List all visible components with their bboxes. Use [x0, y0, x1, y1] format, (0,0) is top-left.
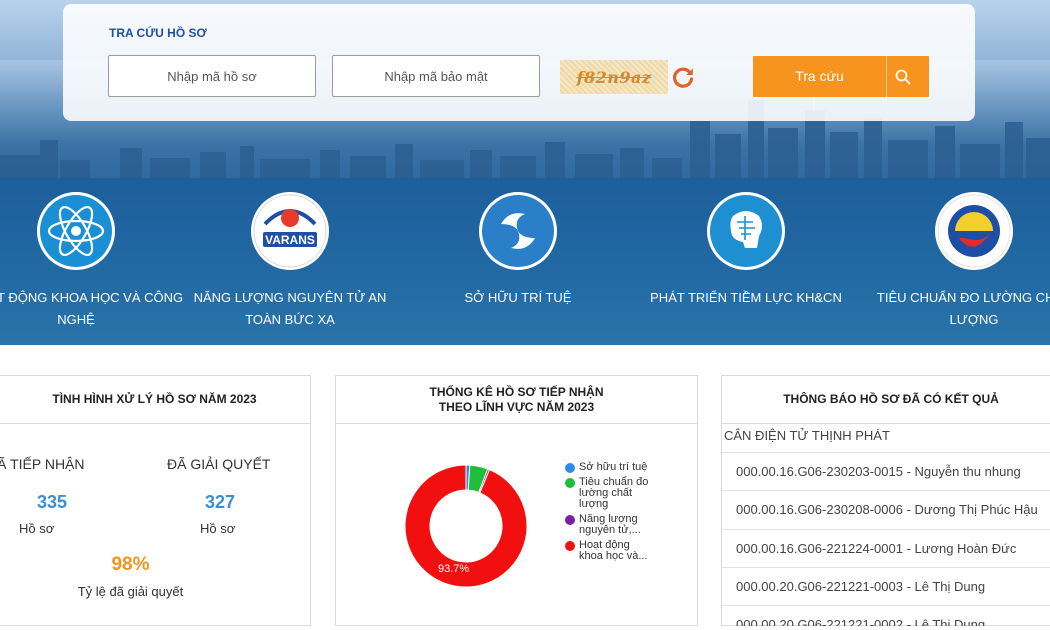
- captcha-text: f82n9az: [576, 67, 652, 87]
- field-donut-chart: 93.7%: [404, 464, 528, 588]
- notices-title: THÔNG BÁO HỒ SƠ ĐÃ CÓ KẾT QUẢ: [722, 376, 1050, 424]
- legend-item[interactable]: Tiêu chuẩn đo lường chất lượng: [565, 477, 695, 510]
- category-nuclear-radiation[interactable]: VARANS NĂNG LƯỢNG NGUYÊN TỬ AN TOÀN BỨC …: [180, 192, 400, 331]
- refresh-captcha-icon[interactable]: [670, 64, 696, 90]
- atom-icon: [37, 192, 115, 270]
- search-button[interactable]: Tra cứu: [753, 56, 929, 97]
- donut-data-label: 93.7%: [438, 563, 469, 575]
- legend-label: Hoạt động khoa học và...: [579, 539, 648, 562]
- category-label: PHÁT TRIỂN TIỀM LỰC KH&CN: [650, 290, 842, 305]
- search-card: TRA CỨU HỒ SƠ f82n9az Tra cứu: [63, 4, 975, 121]
- legend-item[interactable]: Sở hữu trí tuệ: [565, 462, 695, 473]
- legend-item[interactable]: Hoạt động khoa học và...: [565, 540, 695, 562]
- resolved-value: 327: [205, 492, 236, 512]
- legend-label: Sở hữu trí tuệ: [579, 461, 648, 473]
- notice-list-item[interactable]: 000.00.16.G06-230203-0015 - Nguyễn thu n…: [736, 464, 1050, 479]
- divider: [722, 567, 1050, 568]
- captcha-image: f82n9az: [560, 60, 668, 94]
- notice-list-item[interactable]: 000.00.16.G06-230208-0006 - Dương Thị Ph…: [736, 502, 1050, 517]
- resolved-label: ĐÃ GIẢI QUYẾT: [167, 456, 271, 472]
- ip-swirl-icon: [479, 192, 557, 270]
- received-label: ĐÃ TIẾP NHẬN: [0, 456, 85, 472]
- legend-label: Năng lượng nguyên tử,...: [579, 513, 641, 536]
- notice-list[interactable]: CÂN ĐIỆN TỬ THỊNH PHÁT 000.00.16.G06-230…: [722, 424, 1050, 626]
- varans-logo: VARANS: [251, 192, 329, 270]
- category-label: NĂNG LƯỢNG NGUYÊN TỬ AN TOÀN BỨC XẠ: [193, 290, 387, 327]
- divider: [722, 529, 1050, 530]
- category-intellectual-property[interactable]: SỞ HỮU TRÍ TUỆ: [408, 192, 628, 309]
- legend-dot-icon: [565, 541, 575, 551]
- notices-panel: THÔNG BÁO HỒ SƠ ĐÃ CÓ KẾT QUẢ CÂN ĐIỆN T…: [721, 375, 1050, 626]
- resolved-unit: Hồ sơ: [200, 521, 236, 536]
- quality-seal-icon: [935, 192, 1013, 270]
- record-code-input[interactable]: [108, 55, 316, 97]
- search-button-label: Tra cứu: [795, 68, 844, 84]
- chart-legend: Sở hữu trí tuệ Tiêu chuẩn đo lường chất lượ…: [565, 462, 695, 566]
- search-button-divider: [886, 56, 887, 97]
- category-label: TIÊU CHUẨN ĐO LƯỜNG CHẤT LƯỢNG: [876, 290, 1050, 327]
- category-label: SỞ HỮU TRÍ TUỆ: [464, 290, 572, 305]
- resolution-rate-label: Tỷ lệ đã giải quyết: [77, 584, 184, 599]
- category-label: HOẠT ĐỘNG KHOA HỌC VÀ CÔNG NGHỆ: [0, 290, 184, 327]
- notice-list-item[interactable]: CÂN ĐIỆN TỬ THỊNH PHÁT: [724, 428, 890, 443]
- received-unit: Hồ sơ: [19, 521, 55, 536]
- stats-title-line1: THỐNG KÊ HỒ SƠ TIẾP NHẬN: [429, 384, 604, 399]
- legend-label: Tiêu chuẩn đo lường chất lượng: [579, 476, 649, 510]
- legend-dot-icon: [565, 463, 575, 473]
- notice-list-item[interactable]: 000.00.20.G06-221221-0002 - Lê Thị Dung: [736, 617, 1050, 626]
- legend-item[interactable]: Năng lượng nguyên tử,...: [565, 514, 695, 536]
- legend-dot-icon: [565, 515, 575, 525]
- processing-panel: TÌNH HÌNH XỬ LÝ HỒ SƠ NĂM 2023 ĐÃ TIẾP N…: [0, 375, 311, 626]
- divider: [722, 490, 1050, 491]
- brain-circuit-icon: [707, 192, 785, 270]
- category-standards-quality[interactable]: TIÊU CHUẨN ĐO LƯỜNG CHẤT LƯỢNG: [864, 192, 1050, 331]
- varans-logo-text: VARANS: [265, 233, 315, 247]
- divider: [722, 452, 1050, 453]
- stats-title-line2: THEO LĨNH VỰC NĂM 2023: [438, 399, 595, 414]
- resolution-rate-value: 98%: [111, 554, 150, 575]
- processing-title: TÌNH HÌNH XỬ LÝ HỒ SƠ NĂM 2023: [0, 376, 310, 424]
- stats-title: THỐNG KÊ HỒ SƠ TIẾP NHẬN THEO LĨNH VỰC N…: [336, 376, 697, 424]
- notice-list-item[interactable]: 000.00.20.G06-221221-0003 - Lê Thị Dung: [736, 579, 1050, 594]
- stats-panel: THỐNG KÊ HỒ SƠ TIẾP NHẬN THEO LĨNH VỰC N…: [335, 375, 698, 626]
- search-icon: [895, 69, 911, 85]
- security-code-input[interactable]: [332, 55, 540, 97]
- notice-list-item[interactable]: 000.00.16.G06-221224-0001 - Lương Hoàn Đ…: [736, 541, 1050, 556]
- category-potential-development[interactable]: PHÁT TRIỂN TIỀM LỰC KH&CN: [636, 192, 856, 309]
- legend-dot-icon: [565, 478, 575, 488]
- divider: [722, 605, 1050, 606]
- received-value: 335: [37, 492, 68, 512]
- category-science-technology[interactable]: HOẠT ĐỘNG KHOA HỌC VÀ CÔNG NGHỆ: [0, 192, 186, 331]
- search-title: TRA CỨU HỒ SƠ: [109, 26, 207, 40]
- hero-banner: TRA CỨU HỒ SƠ f82n9az Tra cứu: [0, 0, 1050, 345]
